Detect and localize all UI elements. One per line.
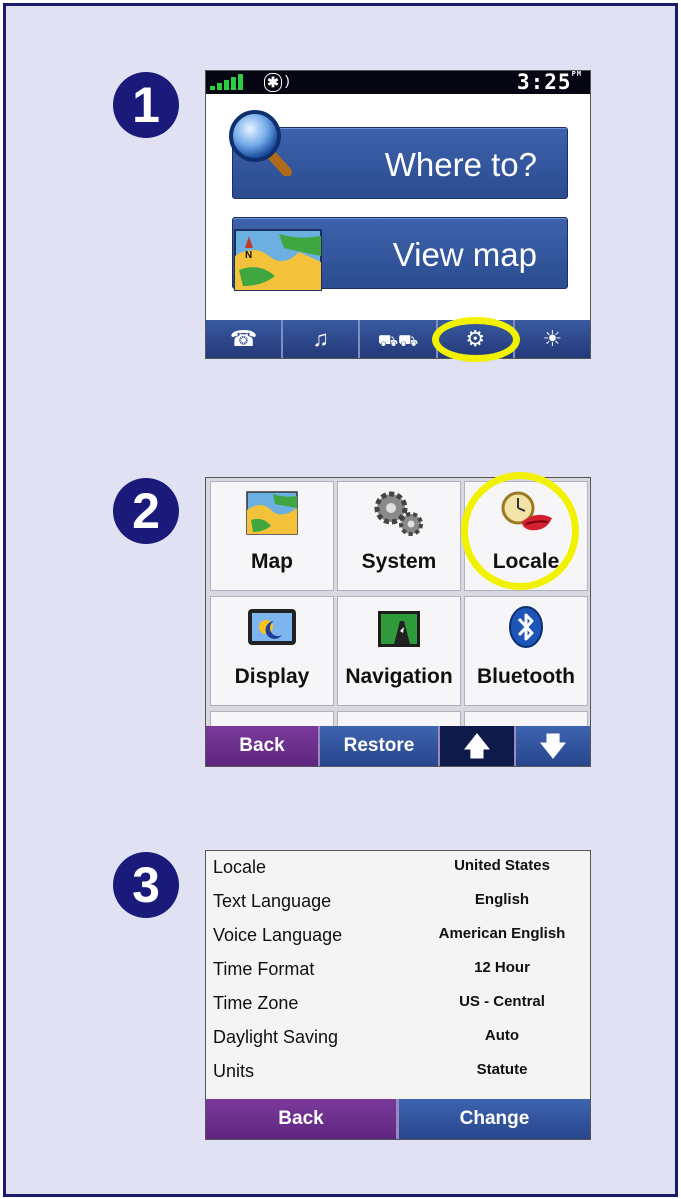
setting-name: Time Format <box>213 959 315 979</box>
tile-label: Display <box>234 665 310 688</box>
tile-label: Navigation <box>345 665 453 688</box>
brightness-icon: ☀ <box>542 326 563 351</box>
bluetooth-icon <box>509 606 543 648</box>
svg-text:N: N <box>245 250 252 261</box>
traffic-icon: ⛟⛟ <box>377 333 419 350</box>
locale-toolbar: Back Change <box>206 1099 590 1139</box>
music-icon: ♫ <box>312 326 330 351</box>
setting-row-units[interactable]: Units Statute <box>206 1055 590 1089</box>
tools-highlight-ring <box>432 317 520 362</box>
main-menu-screen: ✱ ) 3:25PM Where to? N View map ☎ ♫ ⛟⛟ ⚙… <box>205 70 591 359</box>
main-toolbar: ☎ ♫ ⛟⛟ ⚙ ☀ <box>206 320 590 358</box>
tile-display[interactable]: Display <box>210 596 334 706</box>
tile-label: Bluetooth <box>477 665 575 688</box>
arrow-down-icon: 🡇 <box>539 731 567 761</box>
locale-settings-screen: Locale United States Text Language Engli… <box>205 850 591 1140</box>
back-button[interactable]: Back <box>206 726 320 766</box>
step-number-1: 1 <box>113 72 179 138</box>
setting-value: United States <box>454 857 550 874</box>
restore-button[interactable]: Restore <box>320 726 440 766</box>
gears-icon <box>374 491 423 536</box>
tile-label: System <box>361 550 437 573</box>
traffic-button[interactable]: ⛟⛟ <box>360 320 438 358</box>
signal-strength-icon <box>210 73 250 90</box>
phone-icon: ☎ <box>229 326 258 351</box>
setting-value: English <box>474 891 530 908</box>
setting-name: Units <box>213 1061 255 1081</box>
setting-value: US - Central <box>459 993 545 1010</box>
scroll-up-button[interactable]: 🡅 <box>440 726 516 766</box>
tile-navigation[interactable]: Navigation <box>337 596 461 706</box>
arrow-up-icon: 🡅 <box>463 731 491 761</box>
brightness-button[interactable]: ☀ <box>514 320 590 358</box>
clock-ampm: PM <box>571 70 582 78</box>
setting-row-daylight-saving[interactable]: Daylight Saving Auto <box>206 1021 590 1055</box>
where-to-button[interactable]: Where to? <box>229 110 568 199</box>
map-icon <box>246 491 298 535</box>
setting-value: Statute <box>476 1061 528 1078</box>
scroll-down-button[interactable]: 🡇 <box>516 726 590 766</box>
map-icon: N <box>234 229 322 291</box>
view-map-label: View map <box>392 236 537 273</box>
setting-name: Daylight Saving <box>213 1027 339 1047</box>
clock-time: 3:25 <box>516 70 572 94</box>
phone-button[interactable]: ☎ <box>206 320 284 358</box>
setting-row-text-language[interactable]: Text Language English <box>206 885 590 919</box>
navigation-icon <box>378 611 420 647</box>
setting-name: Text Language <box>213 891 332 911</box>
setting-value: 12 Hour <box>474 959 530 976</box>
setting-row-time-zone[interactable]: Time Zone US - Central <box>206 987 590 1021</box>
tile-system[interactable]: System <box>337 481 461 591</box>
where-to-label: Where to? <box>384 146 537 183</box>
music-button[interactable]: ♫ <box>283 320 361 358</box>
step-number-3: 3 <box>113 852 179 918</box>
locale-highlight-ring <box>461 472 579 590</box>
magnifier-icon <box>229 110 292 176</box>
bluetooth-status-icon: ✱ <box>264 73 282 92</box>
tile-map[interactable]: Map <box>210 481 334 591</box>
setting-name: Time Zone <box>213 993 299 1013</box>
view-map-button[interactable]: N View map <box>232 217 568 291</box>
setting-name: Locale <box>213 857 267 877</box>
setting-value: Auto <box>484 1027 520 1044</box>
change-button[interactable]: Change <box>399 1099 590 1139</box>
setting-name: Voice Language <box>213 925 343 945</box>
setting-row-voice-language[interactable]: Voice Language American English <box>206 919 590 953</box>
setting-row-time-format[interactable]: Time Format 12 Hour <box>206 953 590 987</box>
display-icon <box>248 609 296 645</box>
tile-bluetooth[interactable]: Bluetooth <box>464 596 588 706</box>
back-button[interactable]: Back <box>206 1099 399 1139</box>
tools-toolbar: Back Restore 🡅 🡇 <box>206 726 590 766</box>
setting-row-locale[interactable]: Locale United States <box>206 851 590 885</box>
tile-label: Map <box>251 550 293 573</box>
connection-waves-icon: ) <box>285 72 290 88</box>
status-bar: ✱ ) 3:25PM <box>206 71 590 94</box>
clock: 3:25PM <box>516 70 582 94</box>
step-number-2: 2 <box>113 478 179 544</box>
setting-value: American English <box>438 925 566 942</box>
